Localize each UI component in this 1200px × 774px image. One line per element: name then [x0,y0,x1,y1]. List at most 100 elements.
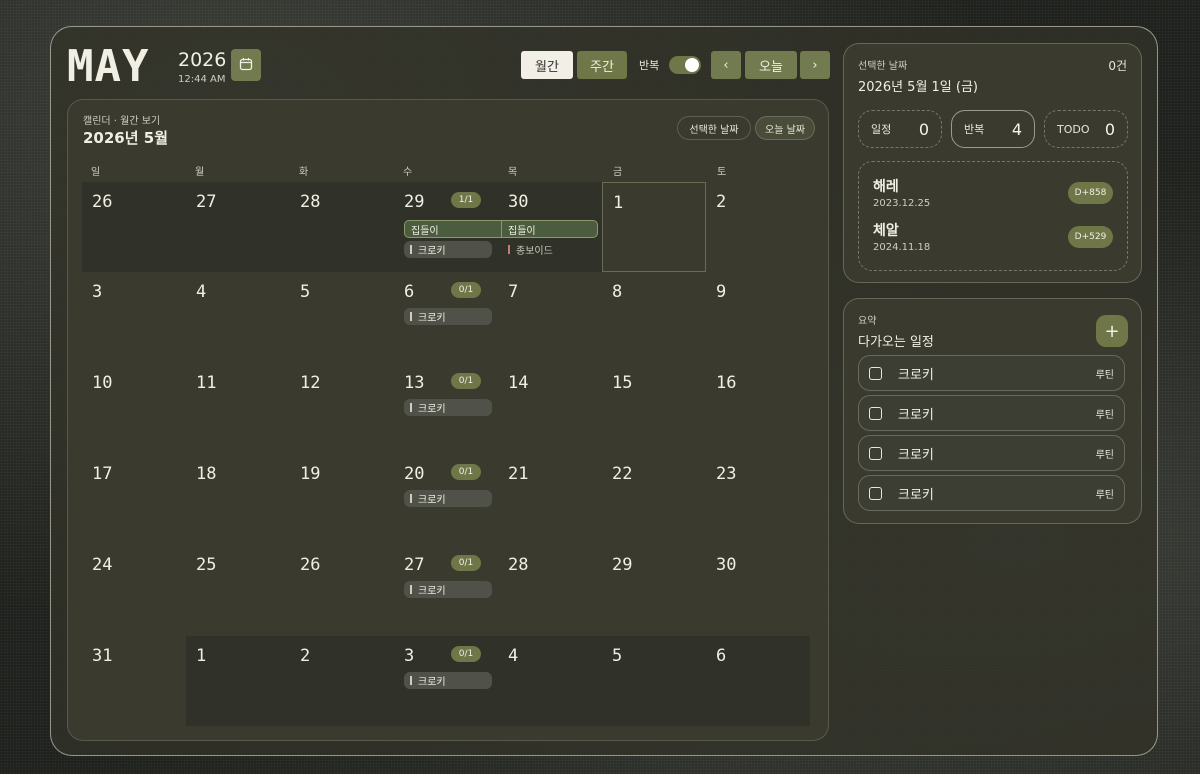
event-marker [410,676,412,685]
day-cell[interactable]: 21 [498,454,602,544]
checkbox[interactable] [869,446,882,460]
checkbox[interactable] [869,486,882,500]
day-cell[interactable]: 23 [706,454,810,544]
day-cell-selected[interactable]: 1 [602,182,706,272]
todo-progress-badge: 0/1 [451,555,481,571]
upcoming-item[interactable]: 크로키 루틴 [858,395,1125,431]
day-number: 2 [716,192,727,212]
day-cell[interactable]: 28 [498,545,602,635]
day-number: 1 [196,646,207,666]
day-number: 21 [508,464,529,484]
dday-date: 2024.11.18 [873,242,931,253]
day-cell[interactable]: 5 [602,636,706,726]
day-cell[interactable]: 24 [82,545,186,635]
day-cell[interactable]: 4 [498,636,602,726]
day-cell[interactable]: 13 0/1 크로키 [394,363,498,453]
day-number: 20 [404,464,425,484]
day-cell[interactable]: 3 0/1 크로키 [394,636,498,726]
day-cell[interactable]: 20 0/1 크로키 [394,454,498,544]
event-label: 종보이드 [516,246,553,257]
event-marker [508,245,510,254]
routine-event[interactable]: 크로키 [404,241,492,258]
day-cell[interactable]: 26 [290,545,394,635]
day-cell[interactable]: 30 [706,545,810,635]
add-event-button[interactable]: + [1096,315,1128,347]
day-cell[interactable]: 29 [602,545,706,635]
day-cell[interactable]: 25 [186,545,290,635]
routine-event[interactable]: 크로키 [404,399,492,416]
today-button[interactable]: 오늘 [745,51,797,79]
day-cell[interactable]: 22 [602,454,706,544]
day-cell[interactable]: 27 [186,182,290,272]
day-cell[interactable]: 6 [706,636,810,726]
day-number: 27 [196,192,217,212]
weekday-label: 화 [299,167,309,178]
upcoming-item[interactable]: 크로키 루틴 [858,355,1125,391]
stat-repeat[interactable]: 반복 4 [951,110,1035,148]
stat-schedule[interactable]: 일정 0 [858,110,942,148]
day-cell[interactable]: 6 0/1 크로키 [394,272,498,362]
calendar-subtitle: 캘린더 · 월간 보기 [83,116,161,127]
day-cell[interactable]: 14 [498,363,602,453]
day-cell[interactable]: 15 [602,363,706,453]
item-label: 크로키 [898,407,934,423]
day-cell[interactable]: 26 [82,182,186,272]
next-month-button[interactable]: › [800,51,830,79]
day-cell[interactable]: 19 [290,454,394,544]
item-tag: 루틴 [1095,449,1114,461]
day-number: 17 [92,464,113,484]
day-cell[interactable]: 27 0/1 크로키 [394,545,498,635]
day-number: 30 [716,555,737,575]
stat-value: 0 [918,119,929,139]
day-cell[interactable]: 17 [82,454,186,544]
calendar-header: MAY 2026 12:44 AM 월간 주간 반복 ‹ 오늘 › [65,41,830,91]
weekday-label: 일 [91,167,101,178]
tab-week[interactable]: 주간 [577,51,627,79]
dday-name: 체알 [873,223,899,239]
day-cell[interactable]: 28 [290,182,394,272]
day-cell[interactable]: 31 [82,636,186,726]
day-cell[interactable]: 16 [706,363,810,453]
day-number: 27 [404,555,425,575]
event-item[interactable]: 종보이드 [502,241,590,258]
checkbox[interactable] [869,406,882,420]
selected-date: 2026년 5월 1일 (금) [858,80,979,95]
day-cell[interactable]: 5 [290,272,394,362]
go-today-button[interactable]: 오늘 날짜 [755,116,815,140]
day-cell[interactable]: 12 [290,363,394,453]
stat-todo[interactable]: TODO 0 [1044,110,1128,148]
event-marker [410,245,412,254]
prev-month-button[interactable]: ‹ [711,51,741,79]
day-cell[interactable]: 10 [82,363,186,453]
day-cell[interactable]: 2 [290,636,394,726]
routine-event[interactable]: 크로키 [404,581,492,598]
day-cell[interactable]: 2 [706,182,810,272]
month-grid-card: 캘린더 · 월간 보기 2026년 5월 선택한 날짜 오늘 날짜 일 월 화 … [67,99,829,741]
repeat-toggle[interactable] [669,56,701,74]
day-cell[interactable]: 4 [186,272,290,362]
day-cell[interactable]: 8 [602,272,706,362]
day-cell[interactable]: 18 [186,454,290,544]
day-cell[interactable]: 7 [498,272,602,362]
upcoming-item[interactable]: 크로키 루틴 [858,435,1125,471]
event-marker [410,494,412,503]
day-number: 26 [300,555,321,575]
toggle-knob [685,58,699,72]
tab-month[interactable]: 월간 [521,51,573,79]
item-label: 크로키 [898,447,934,463]
routine-event[interactable]: 크로키 [404,672,492,689]
day-cell[interactable]: 3 [82,272,186,362]
routine-event[interactable]: 크로키 [404,308,492,325]
day-cell[interactable]: 9 [706,272,810,362]
routine-event[interactable]: 크로키 [404,490,492,507]
day-cell[interactable]: 1 [186,636,290,726]
day-number: 3 [92,282,103,302]
calendar-picker-button[interactable] [231,49,261,81]
checkbox[interactable] [869,366,882,380]
multi-day-event[interactable]: 집들이 집들이 [404,220,598,238]
day-cell[interactable]: 11 [186,363,290,453]
event-label: 집들이 [508,225,536,237]
upcoming-item[interactable]: 크로키 루틴 [858,475,1125,511]
event-label: 크로키 [418,404,446,415]
go-selected-date-button[interactable]: 선택한 날짜 [677,116,751,140]
